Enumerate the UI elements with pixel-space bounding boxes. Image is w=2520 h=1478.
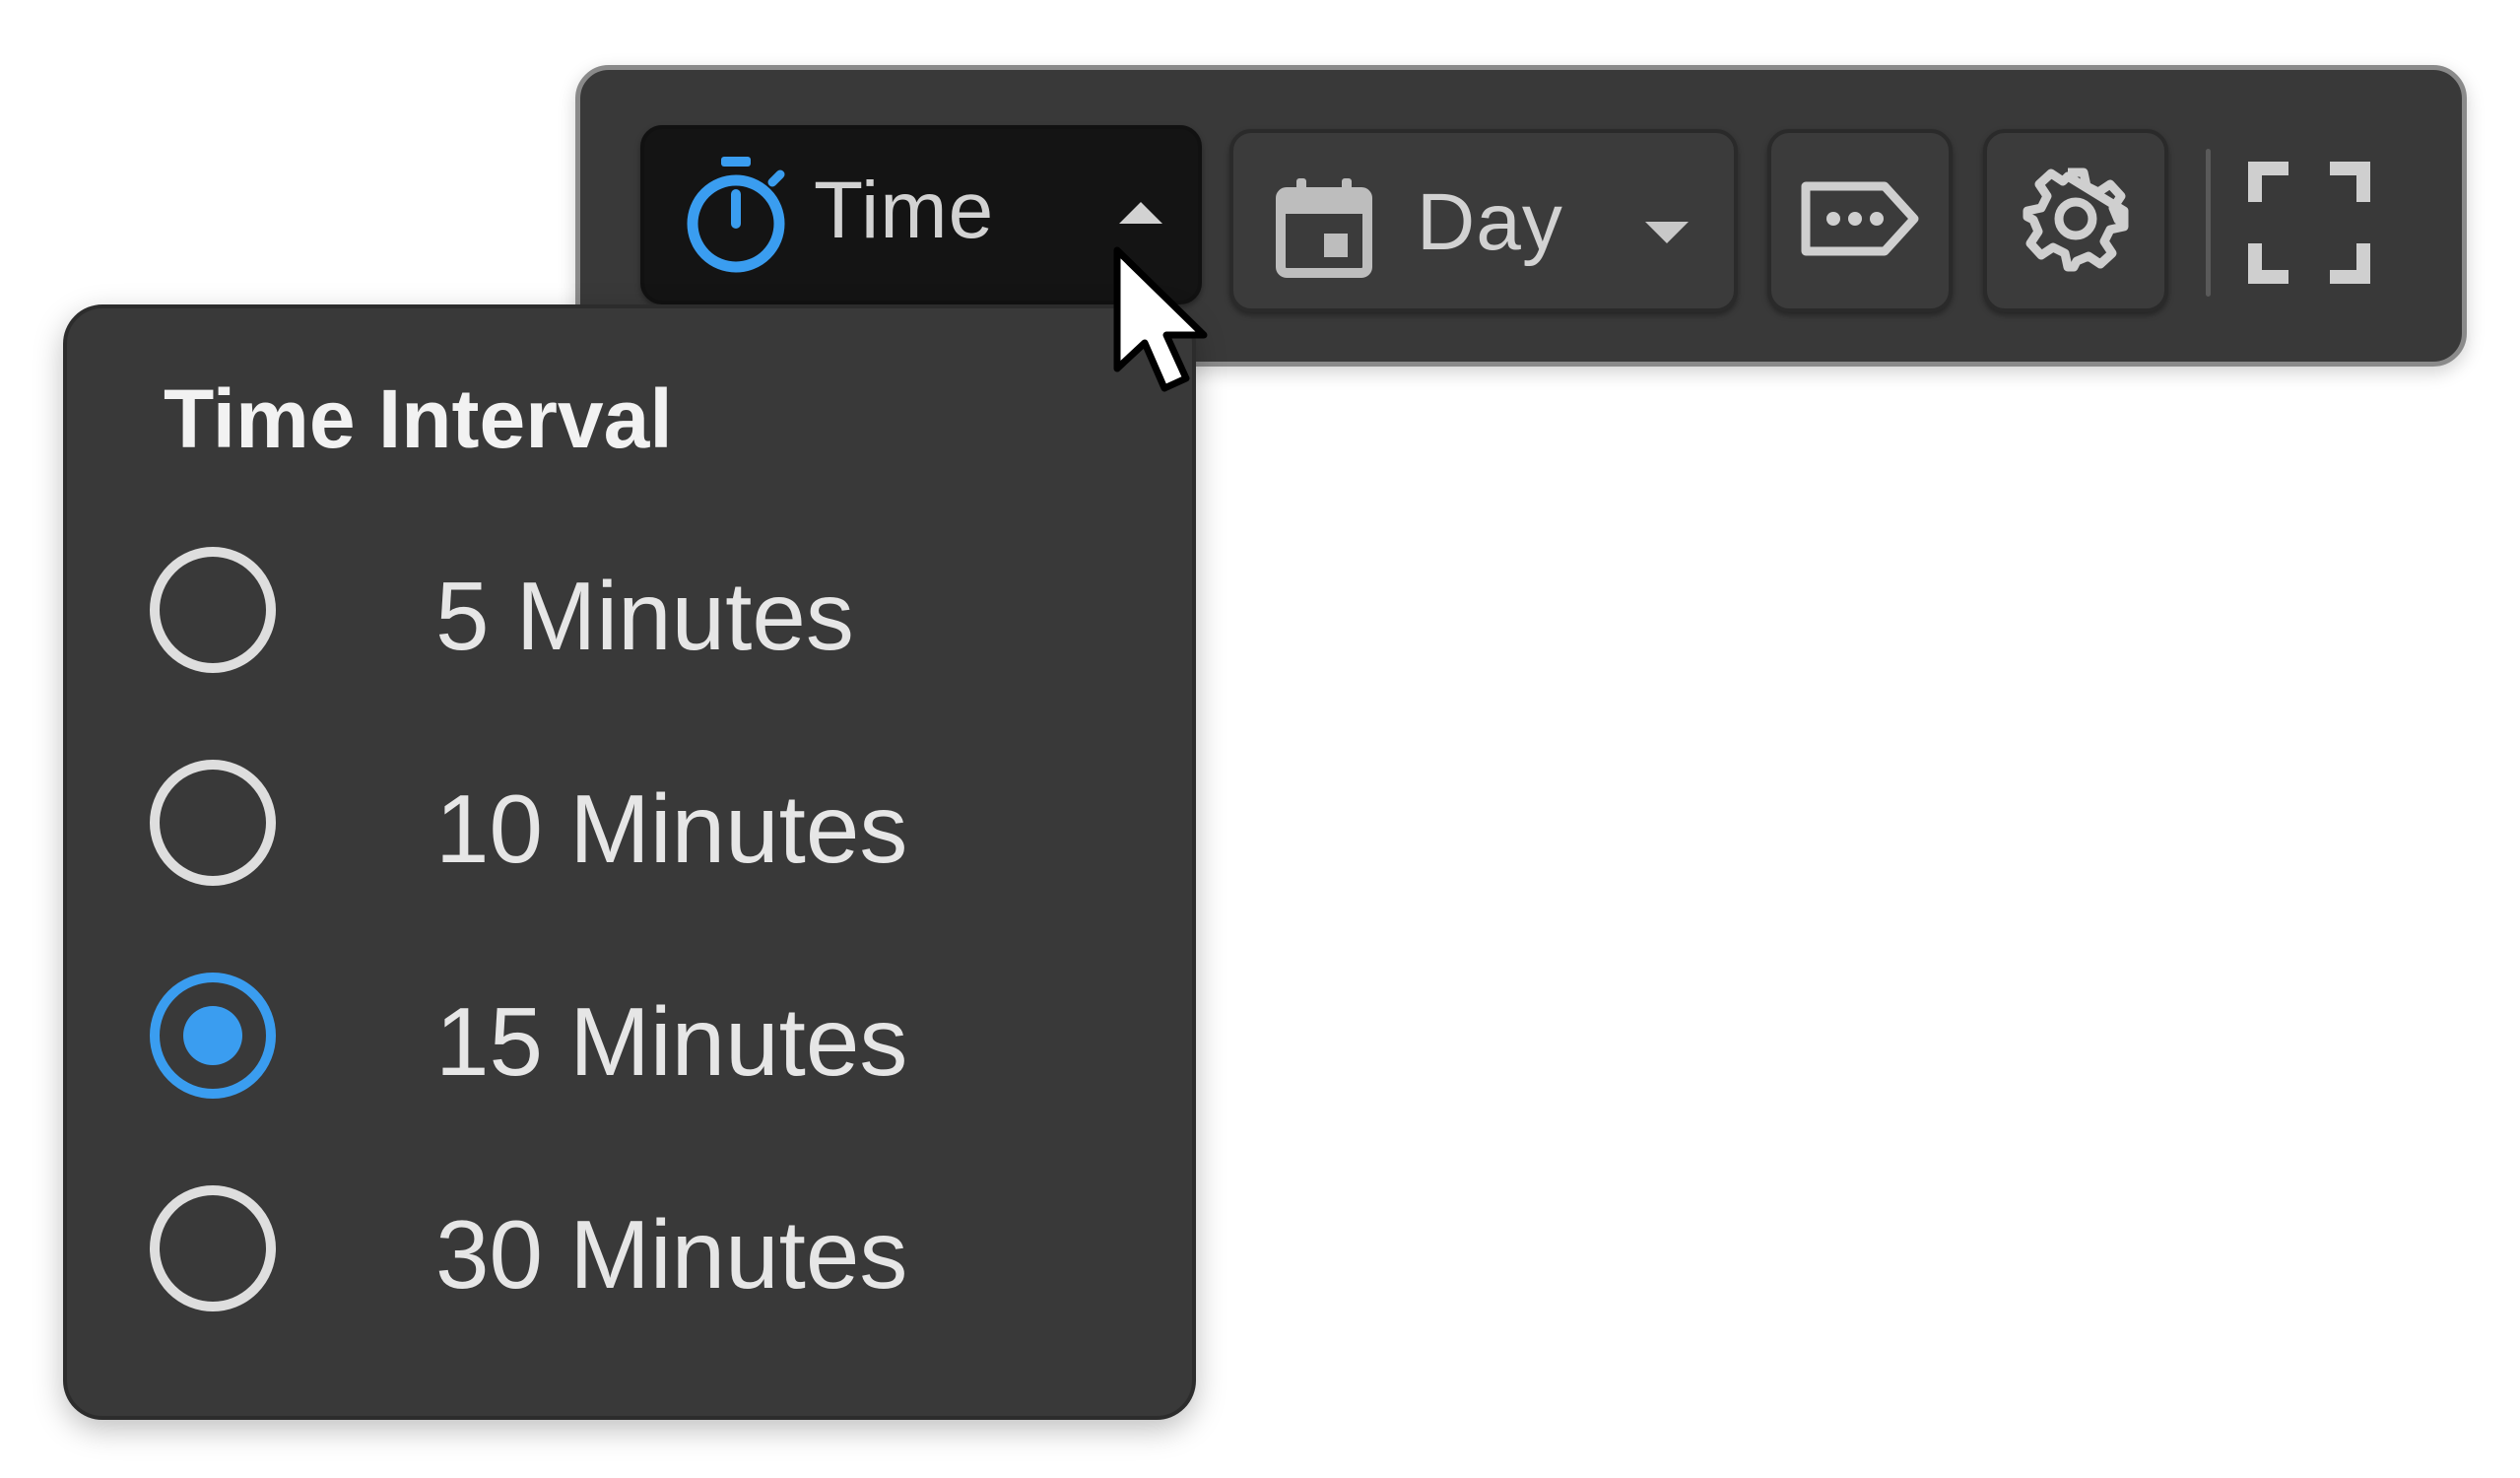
fullscreen-button[interactable]: [2245, 159, 2373, 287]
radio-button[interactable]: [150, 1185, 276, 1311]
settings-button[interactable]: [1983, 129, 2168, 312]
caret-up-icon: [1111, 192, 1170, 232]
radio-button[interactable]: [150, 760, 276, 886]
radio-button[interactable]: [150, 547, 276, 673]
option-label: 15 Minutes: [435, 987, 908, 1096]
calendar-icon: [1273, 176, 1375, 279]
option-label: 10 Minutes: [435, 774, 908, 883]
caret-down-icon: [1637, 212, 1696, 251]
day-button-label: Day: [1417, 177, 1563, 267]
mouse-pointer-icon: [1109, 244, 1218, 402]
option-30-minutes[interactable]: 30 Minutes: [136, 1170, 1121, 1327]
option-15-minutes[interactable]: 15 Minutes: [136, 957, 1121, 1114]
tag-more-icon: [1796, 174, 1924, 268]
fullscreen-icon: [2245, 162, 2373, 291]
option-label: 30 Minutes: [435, 1200, 908, 1309]
time-interval-dropdown: Time Interval 5 Minutes 10 Minutes 15 Mi…: [63, 304, 1196, 1420]
dropdown-title: Time Interval: [164, 372, 673, 465]
option-5-minutes[interactable]: 5 Minutes: [136, 531, 1121, 689]
time-button-label: Time: [814, 166, 995, 255]
labels-button[interactable]: [1767, 129, 1953, 312]
stage: Time Day Time Interval 5 Minutes 10 Minu…: [0, 0, 2520, 1478]
gear-icon: [2022, 165, 2130, 278]
period-select-button[interactable]: Day: [1229, 129, 1738, 312]
option-label: 5 Minutes: [435, 562, 854, 670]
radio-button-selected[interactable]: [150, 973, 276, 1099]
toolbar-divider: [2206, 149, 2211, 297]
option-10-minutes[interactable]: 10 Minutes: [136, 744, 1121, 902]
stopwatch-icon: [682, 155, 790, 275]
